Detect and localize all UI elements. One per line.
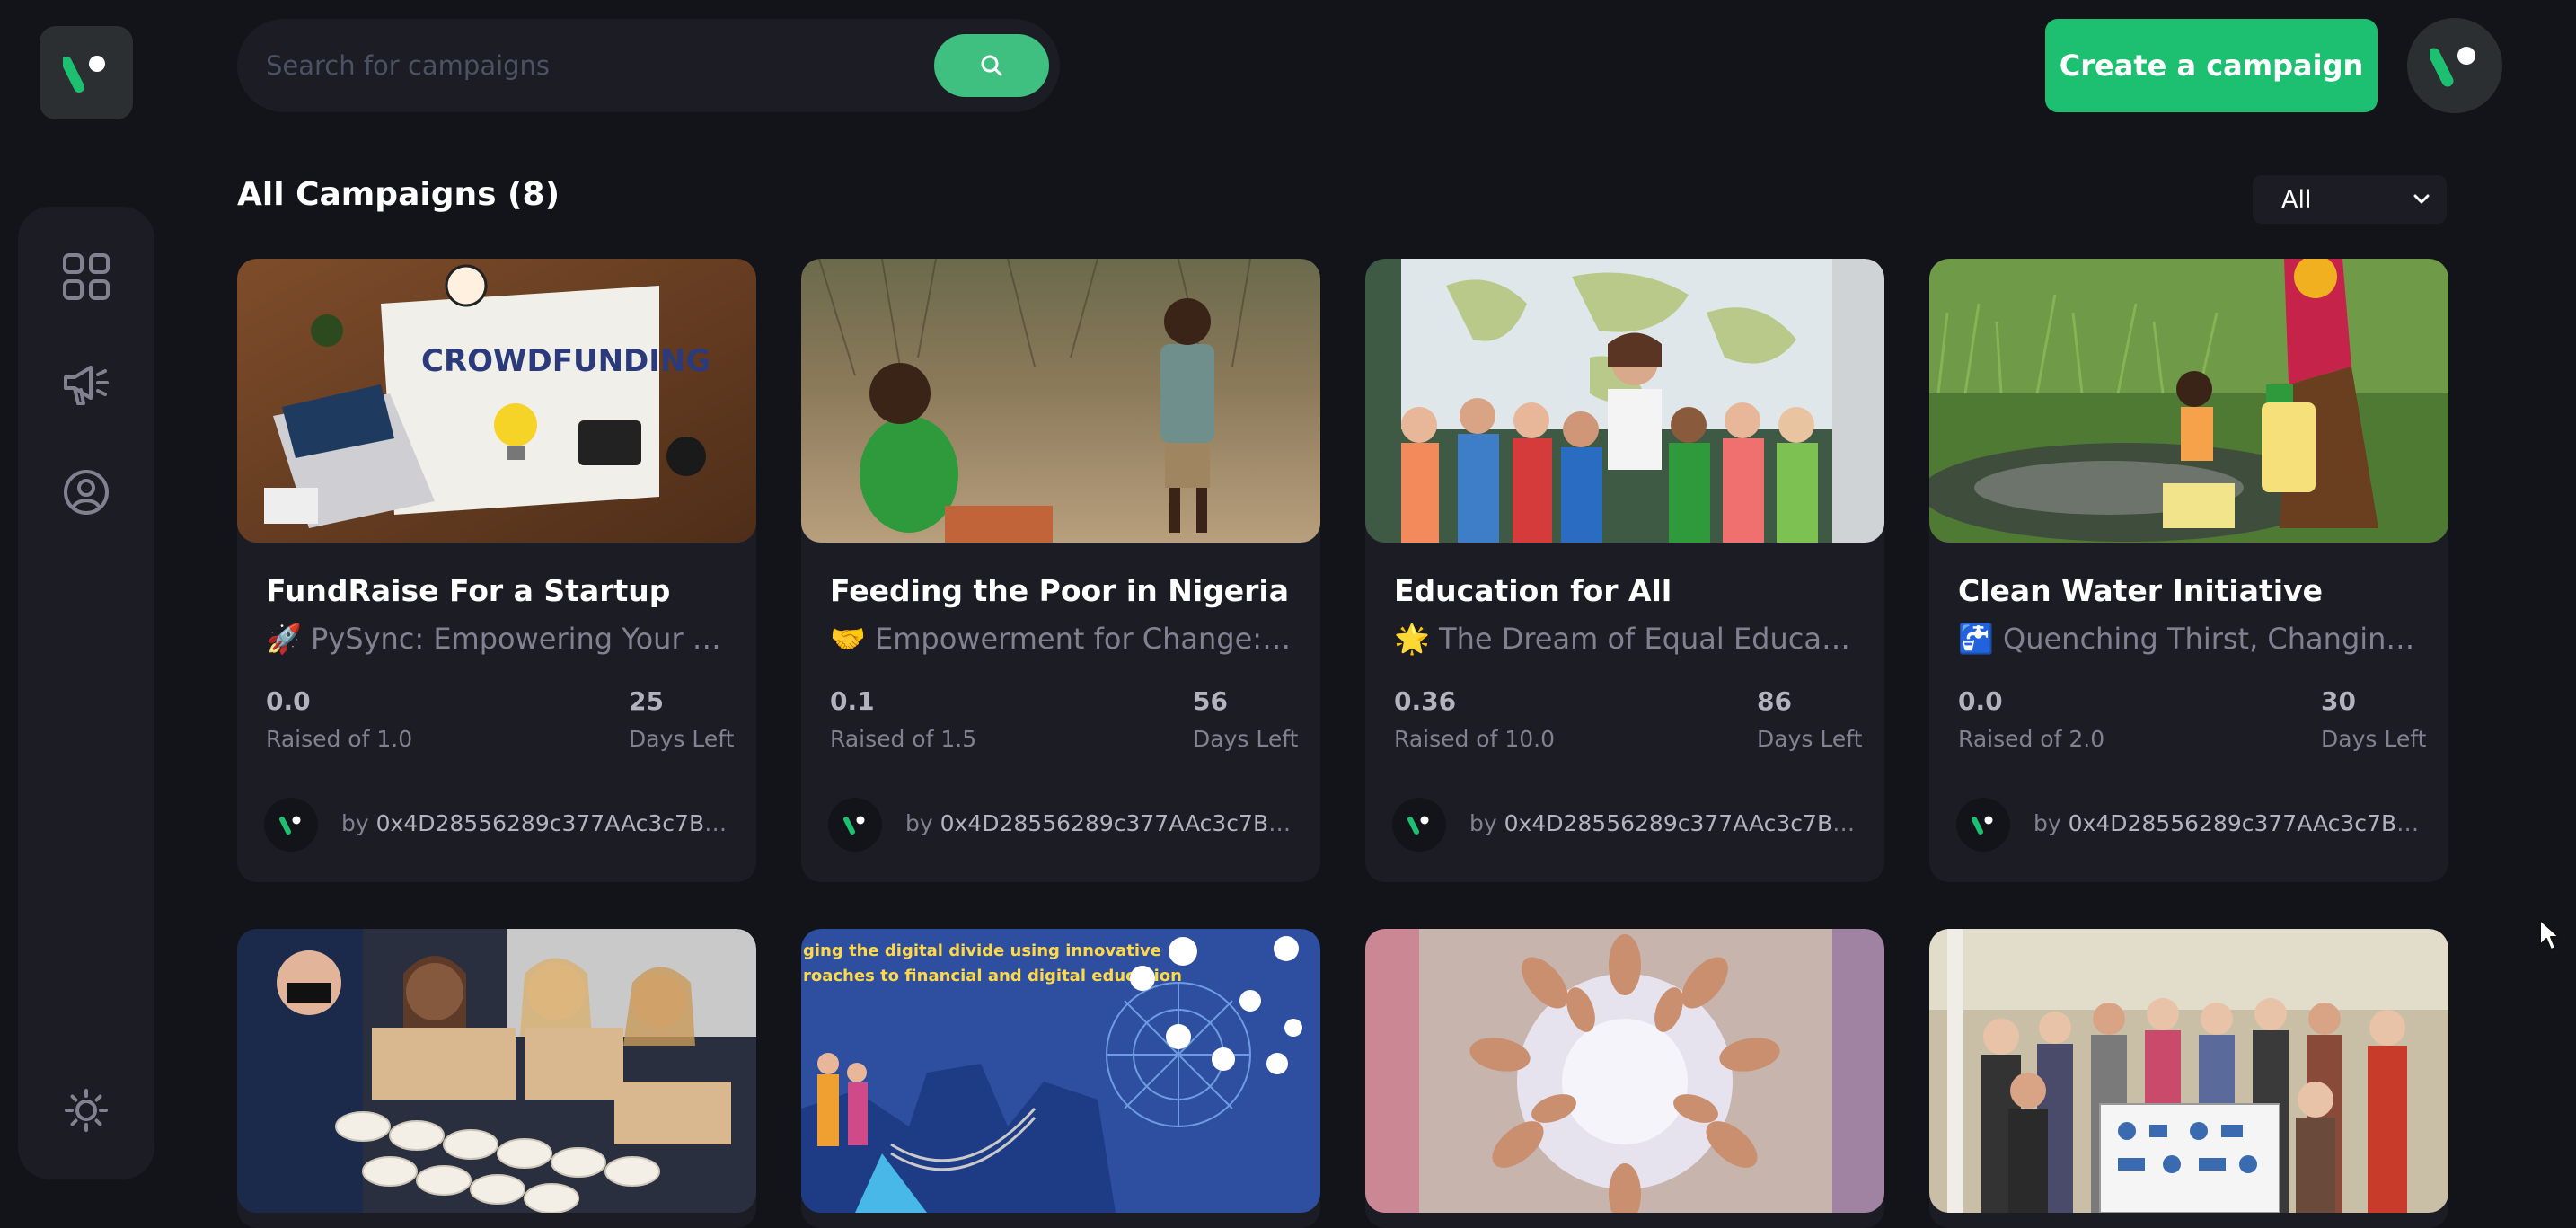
days-left-value: 56 <box>1193 686 1228 716</box>
days-left-label: Days Left <box>1757 726 1863 752</box>
search-input[interactable] <box>264 39 893 93</box>
banner-text-line-2: roaches to financial and digital educati… <box>803 967 1182 985</box>
campaign-image <box>237 929 756 1213</box>
svg-text:CROWDFUNDING: CROWDFUNDING <box>421 343 710 379</box>
campaign-owner: by 0x4D28556289c377AAc3c7BAFb8... <box>341 810 737 836</box>
campaign-image <box>1929 259 2448 543</box>
brand-logo-icon <box>1972 816 1993 835</box>
owner-address: 0x4D28556289c377AAc3c7BAFb8... <box>1504 810 1865 836</box>
brand-logo-icon <box>1407 816 1429 835</box>
sidebar-item-profile[interactable] <box>40 446 133 539</box>
campaign-image <box>1365 929 1884 1213</box>
sidebar-item-campaigns[interactable] <box>40 338 133 431</box>
amount-raised: 0.0 <box>266 686 311 716</box>
brand-logo-icon <box>63 56 105 93</box>
target-label: Raised of 1.5 <box>830 726 977 752</box>
campaign-image <box>801 259 1320 543</box>
campaign-card[interactable] <box>1365 929 1884 1228</box>
filter-dropdown[interactable]: All <box>2253 175 2447 224</box>
days-left-value: 25 <box>629 686 664 716</box>
campaign-image: ging the digital divide using innovative… <box>801 929 1320 1213</box>
campaign-title: Clean Water Initiative <box>1958 573 2323 608</box>
target-label: Raised of 2.0 <box>1958 726 2105 752</box>
campaign-card[interactable]: ging the digital divide using innovative… <box>801 929 1320 1228</box>
campaign-card[interactable]: Education for All 🌟 The Dream of Equal E… <box>1365 259 1884 882</box>
search-button[interactable] <box>934 34 1049 97</box>
page-title: All Campaigns (8) <box>237 176 560 213</box>
campaign-description: 🤝 Empowerment for Change: Transforming L… <box>830 622 1297 656</box>
search-bar <box>237 19 1060 112</box>
campaign-title: Education for All <box>1394 573 1672 608</box>
brand-logo-icon <box>843 816 865 835</box>
campaign-owner: by 0x4D28556289c377AAc3c7BAFb8... <box>905 810 1301 836</box>
theme-toggle[interactable] <box>40 1064 133 1157</box>
target-label: Raised of 10.0 <box>1394 726 1556 752</box>
owner-prefix: by <box>905 810 940 836</box>
user-avatar[interactable] <box>2407 18 2502 113</box>
campaign-card[interactable]: Feeding the Poor in Nigeria 🤝 Empowermen… <box>801 259 1320 882</box>
sun-icon <box>65 1089 108 1132</box>
amount-raised: 0.1 <box>830 686 875 716</box>
filter-selected-value: All <box>2281 185 2312 214</box>
owner-prefix: by <box>2033 810 2069 836</box>
app-logo[interactable] <box>40 26 133 119</box>
campaign-description: 🚀 PySync: Empowering Your Life with AI <box>266 622 733 656</box>
brand-logo-icon <box>279 816 301 835</box>
days-left-label: Days Left <box>1193 726 1299 752</box>
campaign-owner: by 0x4D28556289c377AAc3c7BAFb8... <box>1469 810 1865 836</box>
owner-avatar <box>1392 798 1446 852</box>
campaign-title: Feeding the Poor in Nigeria <box>830 573 1290 608</box>
owner-avatar <box>1956 798 2010 852</box>
dashboard-grid-icon <box>63 253 110 300</box>
owner-avatar <box>828 798 882 852</box>
days-left-label: Days Left <box>2321 726 2427 752</box>
amount-raised: 0.0 <box>1958 686 2003 716</box>
owner-prefix: by <box>341 810 376 836</box>
search-icon <box>981 55 1002 76</box>
campaign-owner: by 0x4D28556289c377AAc3c7BAFb8... <box>2033 810 2429 836</box>
mouse-cursor-icon <box>2539 919 2560 950</box>
amount-raised: 0.36 <box>1394 686 1457 716</box>
megaphone-icon <box>64 366 109 405</box>
campaign-description: 🚰 Quenching Thirst, Changing Lives <box>1958 622 2425 656</box>
campaign-description: 🌟 The Dream of Equal Education for Every… <box>1394 622 1861 656</box>
campaign-card[interactable]: CROWDFUNDING FundRaise For a Startup 🚀 P… <box>237 259 756 882</box>
campaign-card[interactable] <box>1929 929 2448 1228</box>
chevron-down-icon <box>2413 194 2430 204</box>
owner-avatar <box>264 798 318 852</box>
banner-text-line-1: ging the digital divide using innovative <box>803 941 1161 960</box>
owner-address: 0x4D28556289c377AAc3c7BAFb8... <box>940 810 1301 836</box>
owner-address: 0x4D28556289c377AAc3c7BAFb8... <box>2068 810 2429 836</box>
campaign-image: CROWDFUNDING <box>237 259 756 543</box>
target-label: Raised of 1.0 <box>266 726 413 752</box>
sidebar-item-dashboard[interactable] <box>40 230 133 323</box>
campaign-card[interactable] <box>237 929 756 1228</box>
owner-prefix: by <box>1469 810 1504 836</box>
create-campaign-button[interactable]: Create a campaign <box>2045 19 2378 112</box>
profile-icon <box>64 470 109 515</box>
days-left-value: 30 <box>2321 686 2356 716</box>
campaign-image <box>1929 929 2448 1213</box>
days-left-label: Days Left <box>629 726 735 752</box>
days-left-value: 86 <box>1757 686 1792 716</box>
owner-address: 0x4D28556289c377AAc3c7BAFb8... <box>375 810 737 836</box>
campaign-title: FundRaise For a Startup <box>266 573 671 608</box>
campaign-card[interactable]: Clean Water Initiative 🚰 Quenching Thirs… <box>1929 259 2448 882</box>
campaign-image <box>1365 259 1884 543</box>
brand-logo-icon <box>2430 47 2475 87</box>
